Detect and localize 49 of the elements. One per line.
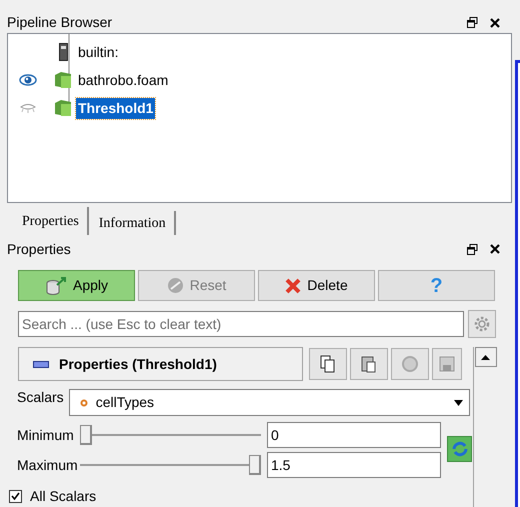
copy-button[interactable] [309, 348, 347, 380]
scrollbar[interactable] [473, 347, 497, 507]
cylinder-arrow-icon [44, 276, 67, 294]
checkbox[interactable] [9, 490, 22, 503]
scroll-up-button[interactable] [474, 347, 496, 367]
float-icon[interactable] [467, 17, 478, 28]
slider-thumb[interactable] [249, 455, 261, 475]
paste-button[interactable] [350, 348, 388, 380]
cube-icon [54, 99, 72, 117]
scalars-dropdown[interactable]: cellTypes [68, 389, 470, 416]
settings-icon [473, 315, 491, 333]
panel-title: Pipeline Browser [7, 13, 114, 32]
close-icon[interactable] [490, 18, 500, 28]
checkbox-label: All Scalars [30, 487, 96, 506]
up-arrow-icon [481, 354, 490, 360]
slider[interactable] [80, 455, 261, 475]
cube-icon [54, 71, 72, 89]
save-icon [439, 356, 455, 372]
reset-icon [166, 277, 184, 294]
close-icon [285, 278, 302, 294]
tree-item[interactable]: bathrobo.foam [76, 70, 170, 90]
apply-button[interactable]: Apply [18, 270, 135, 301]
copy-icon [320, 355, 336, 373]
delete-button[interactable]: Delete [258, 270, 375, 301]
tree-item[interactable]: Threshold1 [76, 98, 156, 118]
server-icon [58, 43, 68, 61]
section-title: Properties (Threshold1) [59, 354, 217, 374]
field-label: Scalars [17, 388, 64, 407]
tree-item[interactable]: builtin: [76, 42, 120, 62]
refresh-button[interactable] [447, 436, 472, 462]
slider[interactable] [80, 425, 261, 445]
bar-icon [33, 360, 49, 368]
slider-label: Minimum [17, 426, 75, 444]
save-button[interactable] [432, 348, 462, 380]
clipboard-icon [361, 355, 377, 373]
slider-label: Maximum [17, 456, 79, 474]
number-field[interactable]: 1.5 [267, 452, 441, 478]
slider-thumb[interactable] [80, 425, 92, 445]
dropdown-value: cellTypes [96, 393, 156, 412]
eye-icon[interactable] [19, 74, 37, 86]
dot-icon [80, 398, 88, 406]
number-field[interactable]: 0 [267, 422, 441, 448]
closed-eye-icon[interactable] [19, 102, 37, 114]
settings-button[interactable] [468, 310, 496, 338]
panel-title: Properties [7, 240, 72, 259]
close-icon[interactable] [490, 244, 500, 254]
dropdown-arrow-icon [454, 400, 463, 406]
float-icon[interactable] [467, 244, 478, 254]
search-field[interactable]: Search ... (use Esc to clear text) [18, 311, 464, 337]
